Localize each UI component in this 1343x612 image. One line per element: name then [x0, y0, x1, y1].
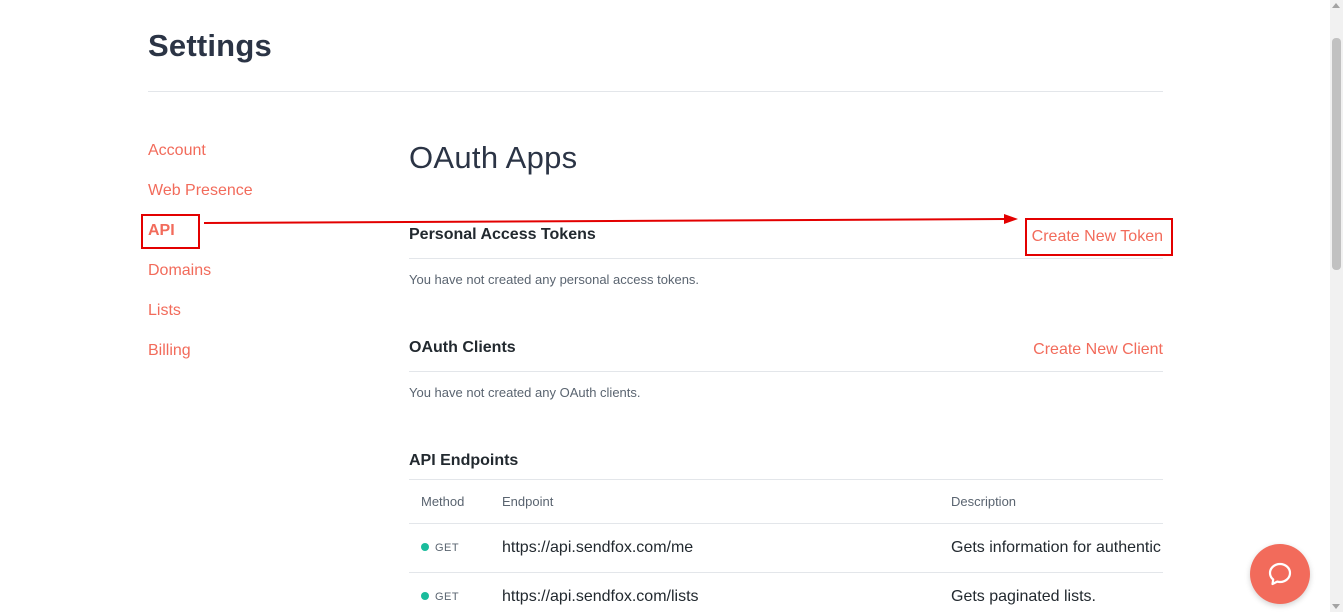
table-row: GET https://api.sendfox.com/lists Gets p… [409, 573, 1163, 612]
personal-tokens-divider [409, 258, 1163, 259]
oauth-clients-divider [409, 371, 1163, 372]
chat-bubble-icon [1268, 562, 1292, 586]
title-divider [148, 91, 1163, 92]
sidebar-item-account[interactable]: Account [148, 140, 348, 180]
api-endpoints-table: Method Endpoint Description GET https://… [409, 480, 1163, 612]
column-header-description: Description [951, 494, 1017, 509]
oauth-clients-title: OAuth Clients [409, 339, 516, 356]
create-new-client-button[interactable]: Create New Client [1033, 341, 1163, 359]
method-label: GET [435, 591, 460, 603]
method-label: GET [435, 542, 460, 554]
personal-tokens-empty-text: You have not created any personal access… [409, 272, 700, 287]
endpoint-cell: https://api.sendfox.com/me [502, 539, 694, 556]
column-header-method: Method [421, 494, 465, 509]
section-heading: OAuth Apps [409, 140, 578, 175]
scrollbar-thumb[interactable] [1332, 38, 1341, 270]
method-status-dot-icon [421, 543, 429, 551]
table-row: GET https://api.sendfox.com/me Gets info… [409, 524, 1163, 573]
sidebar-item-web-presence[interactable]: Web Presence [148, 180, 348, 220]
settings-page: Settings Account Web Presence API Domain… [0, 0, 1343, 612]
chat-button[interactable] [1250, 544, 1310, 604]
api-endpoints-title: API Endpoints [409, 452, 519, 469]
settings-sidebar: Account Web Presence API Domains Lists B… [148, 140, 348, 380]
sidebar-item-lists[interactable]: Lists [148, 300, 348, 340]
method-cell: GET [421, 573, 459, 612]
create-new-token-button[interactable]: Create New Token [1032, 228, 1163, 246]
sidebar-item-billing[interactable]: Billing [148, 340, 348, 380]
sidebar-item-domains[interactable]: Domains [148, 260, 348, 300]
oauth-clients-empty-text: You have not created any OAuth clients. [409, 385, 641, 400]
method-status-dot-icon [421, 592, 429, 600]
description-cell: Gets paginated lists. [951, 588, 1096, 605]
page-title: Settings [148, 28, 272, 63]
method-cell: GET [421, 524, 459, 572]
table-header: Method Endpoint Description [409, 480, 1163, 524]
vertical-scrollbar[interactable] [1330, 0, 1343, 612]
endpoint-cell: https://api.sendfox.com/lists [502, 588, 699, 605]
personal-tokens-title: Personal Access Tokens [409, 226, 596, 243]
scroll-down-icon[interactable] [1332, 604, 1340, 609]
scroll-up-icon[interactable] [1332, 3, 1340, 8]
sidebar-item-api[interactable]: API [148, 220, 348, 260]
description-cell: Gets information for authentic [951, 539, 1161, 556]
column-header-endpoint: Endpoint [502, 494, 554, 509]
